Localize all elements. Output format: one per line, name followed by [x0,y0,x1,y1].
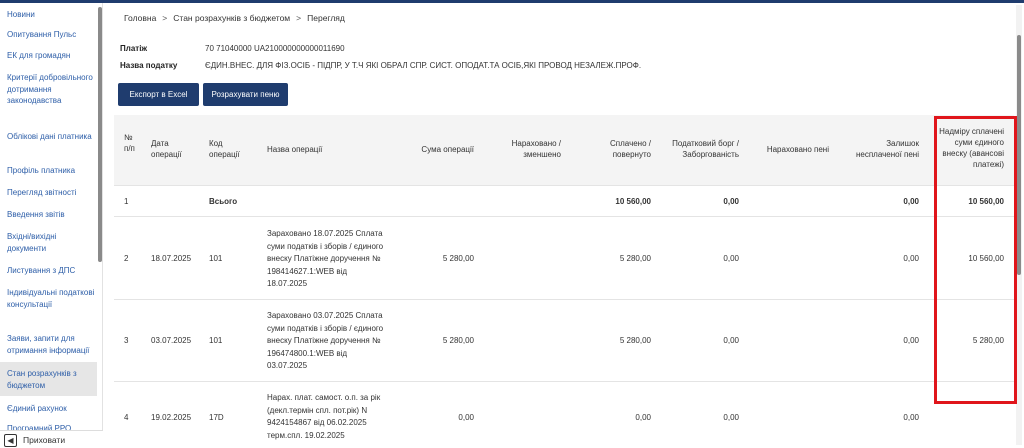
th-name: Назва операції [267,145,323,154]
cell-date: 18.07.2025 [151,254,192,263]
payment-label: Платіж [120,44,148,53]
sidebar-item-tax-consultations[interactable]: Індивідуальні податкові консультації [7,287,95,310]
th-unpaid: Залишок несплаченої пені [855,139,919,159]
sidebar-item-budget-settlements[interactable]: Стан розрахунків з бюджетом [0,362,97,396]
settlements-table: № п/п Дата операції Код операції Назва о… [114,115,1014,448]
th-overpaid: Надміру сплачені суми єдиного внеску (ав… [939,127,1004,169]
cell-date: 03.07.2025 [151,336,192,345]
cell-debt: 0,00 [723,336,739,345]
calculate-penalty-button[interactable]: Розрахувати пеню [203,83,288,106]
sidebar-item-documents[interactable]: Вхідні/вихідні документи [7,231,95,254]
table-row[interactable]: 3 03.07.2025 101 Зараховано 03.07.2025 С… [114,299,1014,381]
sidebar: Новини Опитування Пульс ЕК для громадян … [0,3,103,448]
sidebar-item-requests[interactable]: Заяви, запити для отримання інформації [7,333,95,356]
sidebar-item-taxpayer-profile[interactable]: Профіль платника [7,165,95,177]
cell-name: Зараховано 18.07.2025 Сплата суми податк… [267,229,384,288]
cell-num: 4 [124,413,129,422]
cell-num: 3 [124,336,129,345]
chevron-right-icon: > [296,13,302,23]
sidebar-scrollbar[interactable] [98,7,102,262]
th-penalty: Нараховано пені [766,145,829,154]
table-row[interactable]: 4 19.02.2025 17D Нарах. плат. самост. о.… [114,381,1014,448]
cell-overpaid: 10 560,00 [968,254,1004,263]
cell-code: Всього [209,197,238,206]
cell-date: 19.02.2025 [151,413,192,422]
collapse-icon[interactable]: ◀ [4,434,17,447]
export-excel-button[interactable]: Експорт в Excel [118,83,199,106]
cell-debt: 0,00 [723,197,739,206]
cell-unpaid: 0,00 [903,336,919,345]
th-debt: Податковий борг / Заборгованість [672,139,739,159]
table-row[interactable]: 2 18.07.2025 101 Зараховано 18.07.2025 С… [114,216,1014,299]
cell-unpaid: 0,00 [903,197,919,206]
cell-overpaid: 10 560,00 [968,197,1004,206]
sidebar-item-view-reports[interactable]: Перегляд звітності [7,187,95,199]
collapse-label[interactable]: Приховати [23,435,65,445]
tax-value: ЄДИН.ВНЕС. ДЛЯ ФІЗ.ОСІБ - ПІДПР, У Т.Ч Я… [205,61,642,70]
breadcrumb-home[interactable]: Головна [124,13,156,23]
cell-overpaid: 5 280,00 [972,336,1004,345]
sidebar-item-enter-reports[interactable]: Введення звітів [7,209,95,221]
cell-num: 1 [124,197,129,206]
cell-debt: 0,00 [723,413,739,422]
cell-amount: 5 280,00 [442,336,474,345]
page-scrollbar-thumb[interactable] [1017,35,1021,275]
cell-paid: 5 280,00 [619,336,651,345]
tax-label: Назва податку [120,61,178,70]
th-amount: Сума операції [421,145,474,154]
breadcrumb-current: Перегляд [307,13,345,23]
payment-value: 70 71040000 UA210000000000011690 [205,44,345,53]
sidebar-item-single-account[interactable]: Єдиний рахунок [7,403,95,415]
th-date: Дата операції [151,139,182,159]
cell-name: Зараховано 03.07.2025 Сплата суми податк… [267,311,384,370]
cell-amount: 0,00 [458,413,474,422]
sidebar-footer[interactable]: ◀ Приховати [0,430,103,448]
th-num: № п/п [124,133,135,153]
cell-unpaid: 0,00 [903,413,919,422]
sidebar-item-taxpayer-records[interactable]: Облікові дані платника [7,131,95,143]
table-row[interactable]: 1 Всього 10 560,00 0,00 0,00 10 560,00 [114,185,1014,216]
th-paid: Сплачено / повернуто [610,139,651,159]
cell-unpaid: 0,00 [903,254,919,263]
sidebar-item-news[interactable]: Новини [7,9,95,21]
th-code: Код операції [209,139,240,159]
cell-debt: 0,00 [723,254,739,263]
cell-amount: 5 280,00 [442,254,474,263]
breadcrumb: Головна > Стан розрахунків з бюджетом > Пере… [124,13,345,23]
th-accrued: Нараховано / зменшено [511,139,561,159]
main-content: Головна > Стан розрахунків з бюджетом > Пере… [104,3,1024,448]
sidebar-item-compliance-criteria[interactable]: Критерії добровільного дотримання законо… [7,72,95,107]
cell-paid: 0,00 [635,413,651,422]
cell-paid: 10 560,00 [615,197,651,206]
breadcrumb-section[interactable]: Стан розрахунків з бюджетом [173,13,290,23]
table-header: № п/п Дата операції Код операції Назва о… [114,115,1014,185]
cell-code: 101 [209,336,223,345]
sidebar-item-pulse-survey[interactable]: Опитування Пульс [7,29,95,41]
cell-name: Нарах. плат. самост. о.п. за рік (декл.т… [267,393,381,440]
cell-num: 2 [124,254,129,263]
cell-paid: 5 280,00 [619,254,651,263]
sidebar-item-correspondence[interactable]: Листування з ДПС [7,265,95,277]
chevron-right-icon: > [162,13,168,23]
sidebar-item-ek-citizens[interactable]: ЕК для громадян [7,50,95,62]
cell-code: 17D [209,413,224,422]
cell-code: 101 [209,254,223,263]
